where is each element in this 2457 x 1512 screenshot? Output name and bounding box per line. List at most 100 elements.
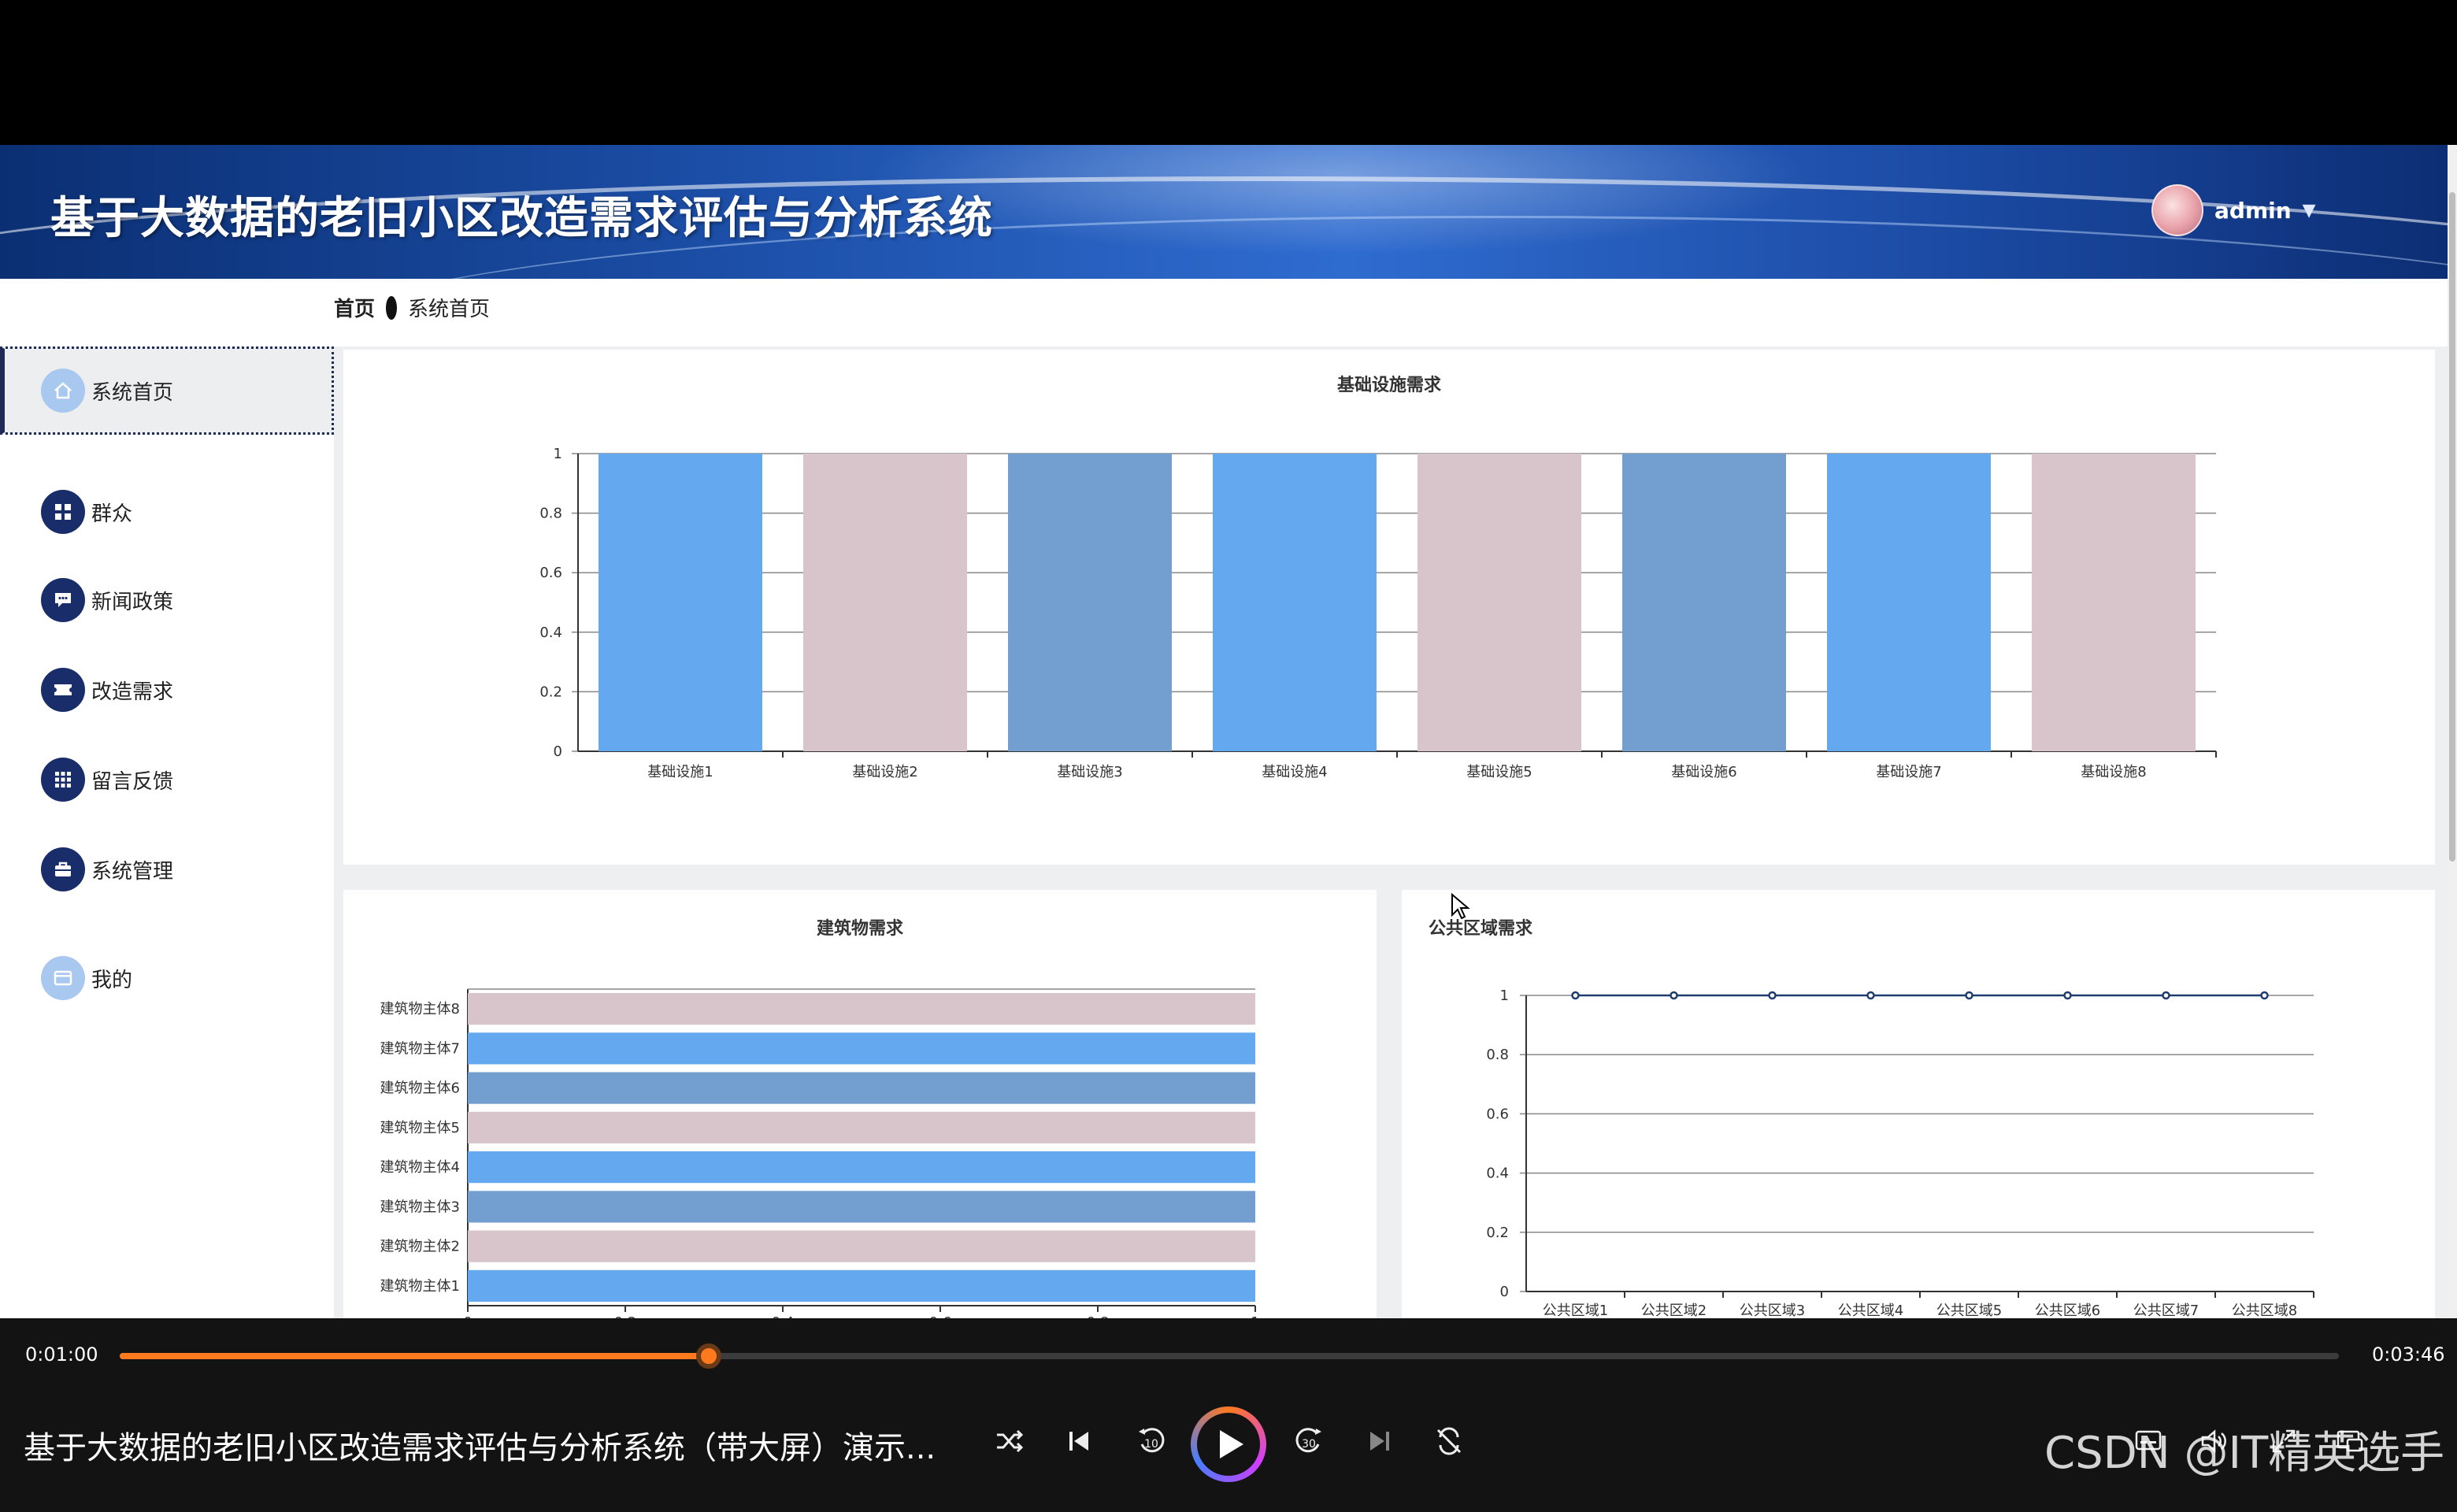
x-tick-label: 基础设施5 bbox=[1466, 764, 1532, 780]
breadcrumb-current: 系统首页 bbox=[408, 298, 491, 321]
progress-bar[interactable] bbox=[120, 1343, 2339, 1369]
data-point bbox=[1571, 991, 1580, 1000]
x-tick-label: 公共区域3 bbox=[1740, 1303, 1805, 1318]
chat-icon bbox=[41, 578, 85, 622]
x-tick-label: 基础设施3 bbox=[1057, 764, 1122, 780]
sidebar-item-masses[interactable]: 群众 bbox=[0, 468, 334, 556]
sidebar: 系统首页 群众 新闻政策 改造需求 留言反馈 系统管理 我的 bbox=[0, 346, 334, 1318]
data-point bbox=[2162, 991, 2170, 1000]
page-scrollbar[interactable] bbox=[2448, 145, 2457, 1318]
total-time: 0:03:46 bbox=[2372, 1343, 2445, 1366]
y-tick-label: 0.4 bbox=[1486, 1166, 1509, 1182]
video-player-bar: 0:01:00 0:03:46 基于大数据的老旧小区改造需求评估与分析系统（带大… bbox=[0, 1318, 2457, 1512]
x-tick-label: 公共区域4 bbox=[1838, 1303, 1903, 1318]
sidebar-item-mine[interactable]: 我的 bbox=[0, 934, 334, 1022]
next-icon[interactable] bbox=[1364, 1413, 1395, 1469]
building-chart-card: 建筑物需求 00.20.40.60.81建筑物主体1建筑物主体2建筑物主体3建筑… bbox=[343, 890, 1377, 1318]
chart-title: 建筑物需求 bbox=[817, 918, 903, 939]
previous-icon[interactable] bbox=[1063, 1413, 1095, 1469]
y-tick-label: 1 bbox=[1500, 988, 1509, 1004]
y-tick-label: 0.6 bbox=[1486, 1106, 1509, 1122]
data-point bbox=[1965, 991, 1973, 1000]
user-menu[interactable]: admin ▼ bbox=[2151, 183, 2316, 238]
progress-handle[interactable] bbox=[696, 1343, 722, 1369]
bar bbox=[2032, 454, 2196, 751]
breadcrumb-home[interactable]: 首页 bbox=[334, 293, 375, 322]
bar bbox=[1213, 454, 1377, 751]
bar bbox=[1008, 454, 1172, 751]
y-tick-label: 0.4 bbox=[539, 624, 562, 641]
x-tick-label: 公共区域5 bbox=[1936, 1303, 2002, 1318]
forward-30-icon[interactable]: 30 bbox=[1292, 1413, 1326, 1469]
sidebar-item-label: 我的 bbox=[91, 968, 133, 992]
y-tick-label: 建筑物主体8 bbox=[380, 1001, 460, 1017]
breadcrumb: 首页 系统首页 bbox=[334, 293, 490, 322]
y-tick-label: 0 bbox=[1500, 1284, 1509, 1300]
bar bbox=[468, 1072, 1255, 1104]
data-point bbox=[2260, 991, 2269, 1000]
y-tick-label: 建筑物主体2 bbox=[380, 1239, 460, 1255]
y-tick-label: 0 bbox=[554, 743, 562, 760]
x-tick-label: 公共区域8 bbox=[2232, 1303, 2297, 1318]
card-icon bbox=[41, 956, 85, 1000]
briefcase-icon bbox=[41, 847, 85, 891]
bar bbox=[468, 1111, 1255, 1143]
ticket-icon bbox=[41, 668, 85, 712]
bar bbox=[468, 1269, 1255, 1302]
sidebar-item-label: 新闻政策 bbox=[91, 590, 174, 614]
x-tick-label: 公共区域7 bbox=[2133, 1303, 2199, 1318]
page: 首页 系统首页 系统首页 群众 新闻政策 改造需求 留言反馈 系统管理 我的 基… bbox=[0, 279, 2448, 1318]
y-tick-label: 建筑物主体7 bbox=[380, 1040, 460, 1057]
scrollbar-thumb[interactable] bbox=[2449, 192, 2455, 862]
home-icon bbox=[41, 369, 85, 413]
sidebar-item-label: 群众 bbox=[91, 502, 133, 526]
x-tick-label: 公共区域2 bbox=[1641, 1303, 1707, 1318]
bar bbox=[1622, 454, 1786, 751]
data-point bbox=[1866, 991, 1875, 1000]
y-tick-label: 0.8 bbox=[1486, 1047, 1509, 1063]
data-point bbox=[1670, 991, 1678, 1000]
csdn-watermark: CSDN @IT精英选手 bbox=[2044, 1428, 2445, 1479]
x-tick-label: 基础设施1 bbox=[647, 764, 713, 780]
sidebar-item-home[interactable]: 系统首页 bbox=[0, 346, 334, 435]
grid-icon bbox=[41, 490, 85, 534]
loop-off-icon[interactable] bbox=[1432, 1413, 1466, 1469]
user-name[interactable]: admin bbox=[2214, 198, 2292, 224]
public-area-line-chart: 公共区域需求 0 0.2 0.4 0.6 0.8 1 公共区域1 公共区域2 公共区域3 公共区域… bbox=[1429, 918, 2314, 1318]
avatar[interactable] bbox=[2151, 184, 2203, 236]
bar bbox=[468, 1032, 1255, 1065]
apps-icon bbox=[41, 758, 85, 802]
bar bbox=[468, 993, 1255, 1025]
caret-down-icon[interactable]: ▼ bbox=[2303, 201, 2316, 220]
sidebar-item-feedback[interactable]: 留言反馈 bbox=[0, 736, 334, 824]
sidebar-item-news-policy[interactable]: 新闻政策 bbox=[0, 556, 334, 644]
y-tick-label: 0.6 bbox=[539, 565, 562, 581]
app-title: 基于大数据的老旧小区改造需求评估与分析系统 bbox=[50, 193, 993, 244]
y-tick-label: 建筑物主体6 bbox=[380, 1080, 460, 1097]
infrastructure-bar-chart: 基础设施需求 0 0.2 0.4 0.6 0.8 1 基础设施1 基础设施2 基础设施3 基础设施… bbox=[539, 375, 2217, 780]
chart-title: 基础设施需求 bbox=[1337, 375, 1441, 395]
bar bbox=[803, 454, 967, 751]
shuffle-icon[interactable] bbox=[994, 1413, 1025, 1469]
y-tick-label: 建筑物主体1 bbox=[380, 1278, 460, 1295]
sidebar-item-renovation-demand[interactable]: 改造需求 bbox=[0, 646, 334, 734]
bar bbox=[468, 1230, 1255, 1262]
x-tick-label: 公共区域1 bbox=[1543, 1303, 1608, 1318]
current-time: 0:01:00 bbox=[25, 1343, 98, 1366]
y-tick-label: 建筑物主体5 bbox=[380, 1120, 460, 1136]
mouse-cursor-icon bbox=[1451, 893, 1470, 920]
bar bbox=[468, 1151, 1255, 1184]
y-tick-label: 建筑物主体4 bbox=[380, 1159, 460, 1176]
y-tick-label: 建筑物主体3 bbox=[380, 1199, 460, 1215]
x-tick-label: 基础设施6 bbox=[1671, 764, 1736, 780]
x-tick-label: 基础设施2 bbox=[852, 764, 917, 780]
sidebar-item-system-management[interactable]: 系统管理 bbox=[0, 825, 334, 914]
bar bbox=[468, 1191, 1255, 1223]
rewind-10-icon[interactable]: 10 bbox=[1134, 1413, 1169, 1469]
x-tick-label: 公共区域6 bbox=[2035, 1303, 2100, 1318]
play-button[interactable] bbox=[1191, 1406, 1266, 1482]
y-tick-label: 0.2 bbox=[1486, 1225, 1509, 1241]
data-point bbox=[1768, 991, 1777, 1000]
y-tick-label: 1 bbox=[554, 446, 562, 462]
building-hbar-chart: 建筑物需求 00.20.40.60.81建筑物主体1建筑物主体2建筑物主体3建筑… bbox=[380, 918, 1260, 1318]
